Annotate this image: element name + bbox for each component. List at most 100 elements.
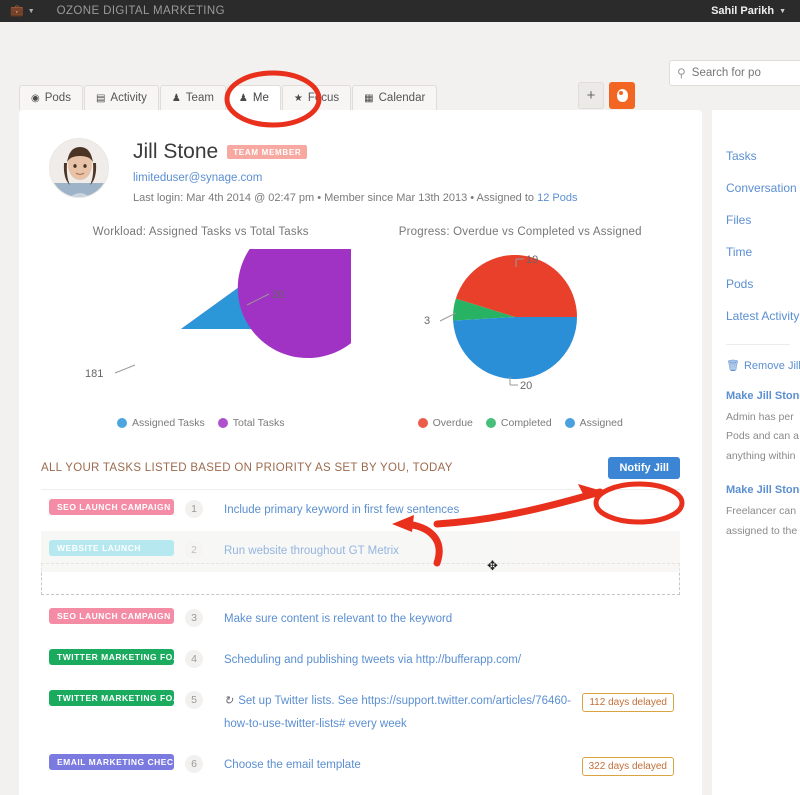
caret-down-icon[interactable]: ▼ xyxy=(28,8,35,15)
progress-chart: Progress: Overdue vs Completed vs Assign… xyxy=(361,224,681,429)
tab-focus[interactable]: ★ Focus xyxy=(281,85,352,110)
table-row[interactable]: WEBSITE LAUNCH 2 Run website throughout … xyxy=(41,530,680,572)
divider xyxy=(726,344,790,345)
task-index: 6 xyxy=(174,754,214,773)
task-tag[interactable]: SEO LAUNCH CAMPAIGN xyxy=(49,607,174,624)
status-badge: TEAM MEMBER xyxy=(227,145,308,159)
sidebar-item-time[interactable]: Time xyxy=(726,236,800,268)
profile-meta-text: Last login: Mar 4th 2014 @ 02:47 pm • Me… xyxy=(133,192,538,204)
legend-label: Overdue xyxy=(432,416,473,429)
task-tag[interactable]: TWITTER MARKETING FO... xyxy=(49,689,174,706)
tab-me[interactable]: ♟ Me xyxy=(226,85,281,110)
app-logo-icon xyxy=(616,89,628,102)
tab-label: Activity xyxy=(110,92,147,104)
task-tag[interactable]: TWITTER MARKETING FO... xyxy=(49,648,174,665)
tab-label: Pods xyxy=(44,92,71,104)
admin-desc-line: Admin has per xyxy=(726,411,794,423)
legend-swatch-icon xyxy=(485,417,496,428)
sidebar-item-files[interactable]: Files xyxy=(726,204,800,236)
legend-swatch-icon xyxy=(417,417,428,428)
search-input[interactable] xyxy=(691,67,796,79)
table-row[interactable]: 🔴📄✉ xyxy=(41,786,680,795)
workload-chart: Workload: Assigned Tasks vs Total Tasks … xyxy=(41,224,361,429)
avatar xyxy=(49,138,109,198)
sidebar-item-latest-activity[interactable]: Latest Activity xyxy=(726,300,800,332)
notify-jill-button[interactable]: Notify Jill xyxy=(608,456,680,479)
briefcase-icon[interactable]: 💼 xyxy=(10,5,24,17)
table-row[interactable]: EMAIL MARKETING CHEC... 6 Choose the ema… xyxy=(41,745,680,786)
table-row[interactable]: SEO LAUNCH CAMPAIGN 1 Include primary ke… xyxy=(41,490,680,531)
tab-label: Calendar xyxy=(378,92,426,104)
task-index: 4 xyxy=(174,649,214,668)
table-row[interactable]: SEO LAUNCH CAMPAIGN 3 Make sure content … xyxy=(41,599,680,640)
header-strip: ⚲ xyxy=(0,22,800,86)
main-content-card: Jill Stone TEAM MEMBER limiteduser@synag… xyxy=(19,110,702,795)
sidebar-item-conversation[interactable]: Conversation xyxy=(726,172,800,204)
legend-swatch-icon xyxy=(116,417,127,428)
task-title[interactable]: Run website throughout GT Metrix xyxy=(214,540,680,563)
right-sidebar: Tasks Conversation Files Time Pods Lates… xyxy=(712,110,800,795)
table-row[interactable]: TWITTER MARKETING FO... 5 ↻ Set up Twitte… xyxy=(41,681,680,745)
task-index: 3 xyxy=(174,608,214,627)
sidebar-item-tasks[interactable]: Tasks xyxy=(726,140,800,172)
brand-title: OZONE DIGITAL MARKETING xyxy=(56,5,225,17)
delay-badge: 322 days delayed xyxy=(581,756,674,776)
legend-swatch-icon xyxy=(217,417,228,428)
admin-desc-line: Pods and can a xyxy=(726,430,799,443)
activity-icon: ▤ xyxy=(95,92,106,104)
move-cursor-icon: ✥ xyxy=(487,558,498,573)
legend-label: Assigned Tasks xyxy=(131,416,205,429)
task-title[interactable]: Scheduling and publishing tweets via htt… xyxy=(214,649,680,672)
tasks-header: ALL YOUR TASKS LISTED BASED ON PRIORITY … xyxy=(41,456,680,490)
tab-pods[interactable]: ◉ Pods xyxy=(19,85,83,110)
tab-team[interactable]: ♟ Team xyxy=(159,85,226,110)
make-freelancer-link[interactable]: Make Jill Stone xyxy=(726,484,800,496)
task-title[interactable]: Choose the email template xyxy=(214,754,582,777)
remove-user-button[interactable]: 🗑 Remove Jill S xyxy=(726,359,800,373)
task-title[interactable]: Include primary keyword in first few sen… xyxy=(214,499,680,522)
legend-label: Total Tasks xyxy=(232,416,285,429)
task-tag[interactable]: EMAIL MARKETING CHEC... xyxy=(49,753,174,770)
user-name: Sahil Parikh xyxy=(711,5,775,17)
freelancer-desc-line: Freelancer can xyxy=(726,505,797,518)
top-bar: 💼 ▼ OZONE DIGITAL MARKETING Sahil Parikh… xyxy=(0,0,800,22)
tab-calendar[interactable]: ▦ Calendar xyxy=(352,85,438,110)
legend-swatch-icon xyxy=(564,417,575,428)
task-title[interactable]: ↻ Set up Twitter lists. See https://suppo… xyxy=(214,690,582,736)
page-title: Jill Stone xyxy=(133,140,219,163)
legend-assigned: Assigned xyxy=(564,416,623,429)
tasks-section: ALL YOUR TASKS LISTED BASED ON PRIORITY … xyxy=(19,456,702,795)
make-admin-link[interactable]: Make Jill Stone xyxy=(726,390,800,402)
profile-email[interactable]: limiteduser@synage.com xyxy=(133,172,577,184)
tab-actions: + xyxy=(578,82,635,109)
legend-overdue: Overdue xyxy=(417,416,473,429)
task-tag[interactable]: SEO LAUNCH CAMPAIGN xyxy=(49,498,174,515)
remove-user-label: Remove Jill S xyxy=(743,359,800,372)
tab-activity[interactable]: ▤ Activity xyxy=(83,85,159,110)
search-box[interactable]: ⚲ xyxy=(669,60,800,86)
caret-down-icon: ▼ xyxy=(779,7,786,15)
app-logo-button[interactable] xyxy=(609,82,635,109)
user-menu[interactable]: Sahil Parikh ▼ xyxy=(711,5,790,17)
pie-label-assigned: 20 xyxy=(520,380,532,392)
pie-label-assigned: 20 xyxy=(272,289,284,301)
task-tag[interactable]: WEBSITE LAUNCH xyxy=(49,539,174,556)
chart-title: Workload: Assigned Tasks vs Total Tasks xyxy=(92,226,309,238)
main-tabs: ◉ Pods ▤ Activity ♟ Team ♟ Me ★ Focus ▦ … xyxy=(19,85,438,110)
person-icon: ♟ xyxy=(238,92,248,104)
add-button[interactable]: + xyxy=(578,82,604,109)
task-title[interactable]: Make sure content is relevant to the key… xyxy=(214,608,680,631)
legend-label: Assigned xyxy=(579,416,623,429)
charts-section: Workload: Assigned Tasks vs Total Tasks … xyxy=(19,224,702,429)
tasks-title: ALL YOUR TASKS LISTED BASED ON PRIORITY … xyxy=(41,461,453,474)
table-row[interactable]: TWITTER MARKETING FO... 4 Scheduling and… xyxy=(41,640,680,681)
team-icon: ♟ xyxy=(171,92,181,104)
sidebar-item-pods[interactable]: Pods xyxy=(726,268,800,300)
star-icon: ★ xyxy=(293,92,303,104)
freelancer-desc-line: assigned to the xyxy=(726,524,798,537)
tab-label: Focus xyxy=(307,92,340,104)
sidebar-block-freelancer: Make Jill Stone Freelancer can assigned … xyxy=(726,484,800,541)
tab-label: Team xyxy=(185,92,214,104)
profile-header: Jill Stone TEAM MEMBER limiteduser@synag… xyxy=(19,110,702,204)
pods-link[interactable]: 12 Pods xyxy=(537,192,577,204)
